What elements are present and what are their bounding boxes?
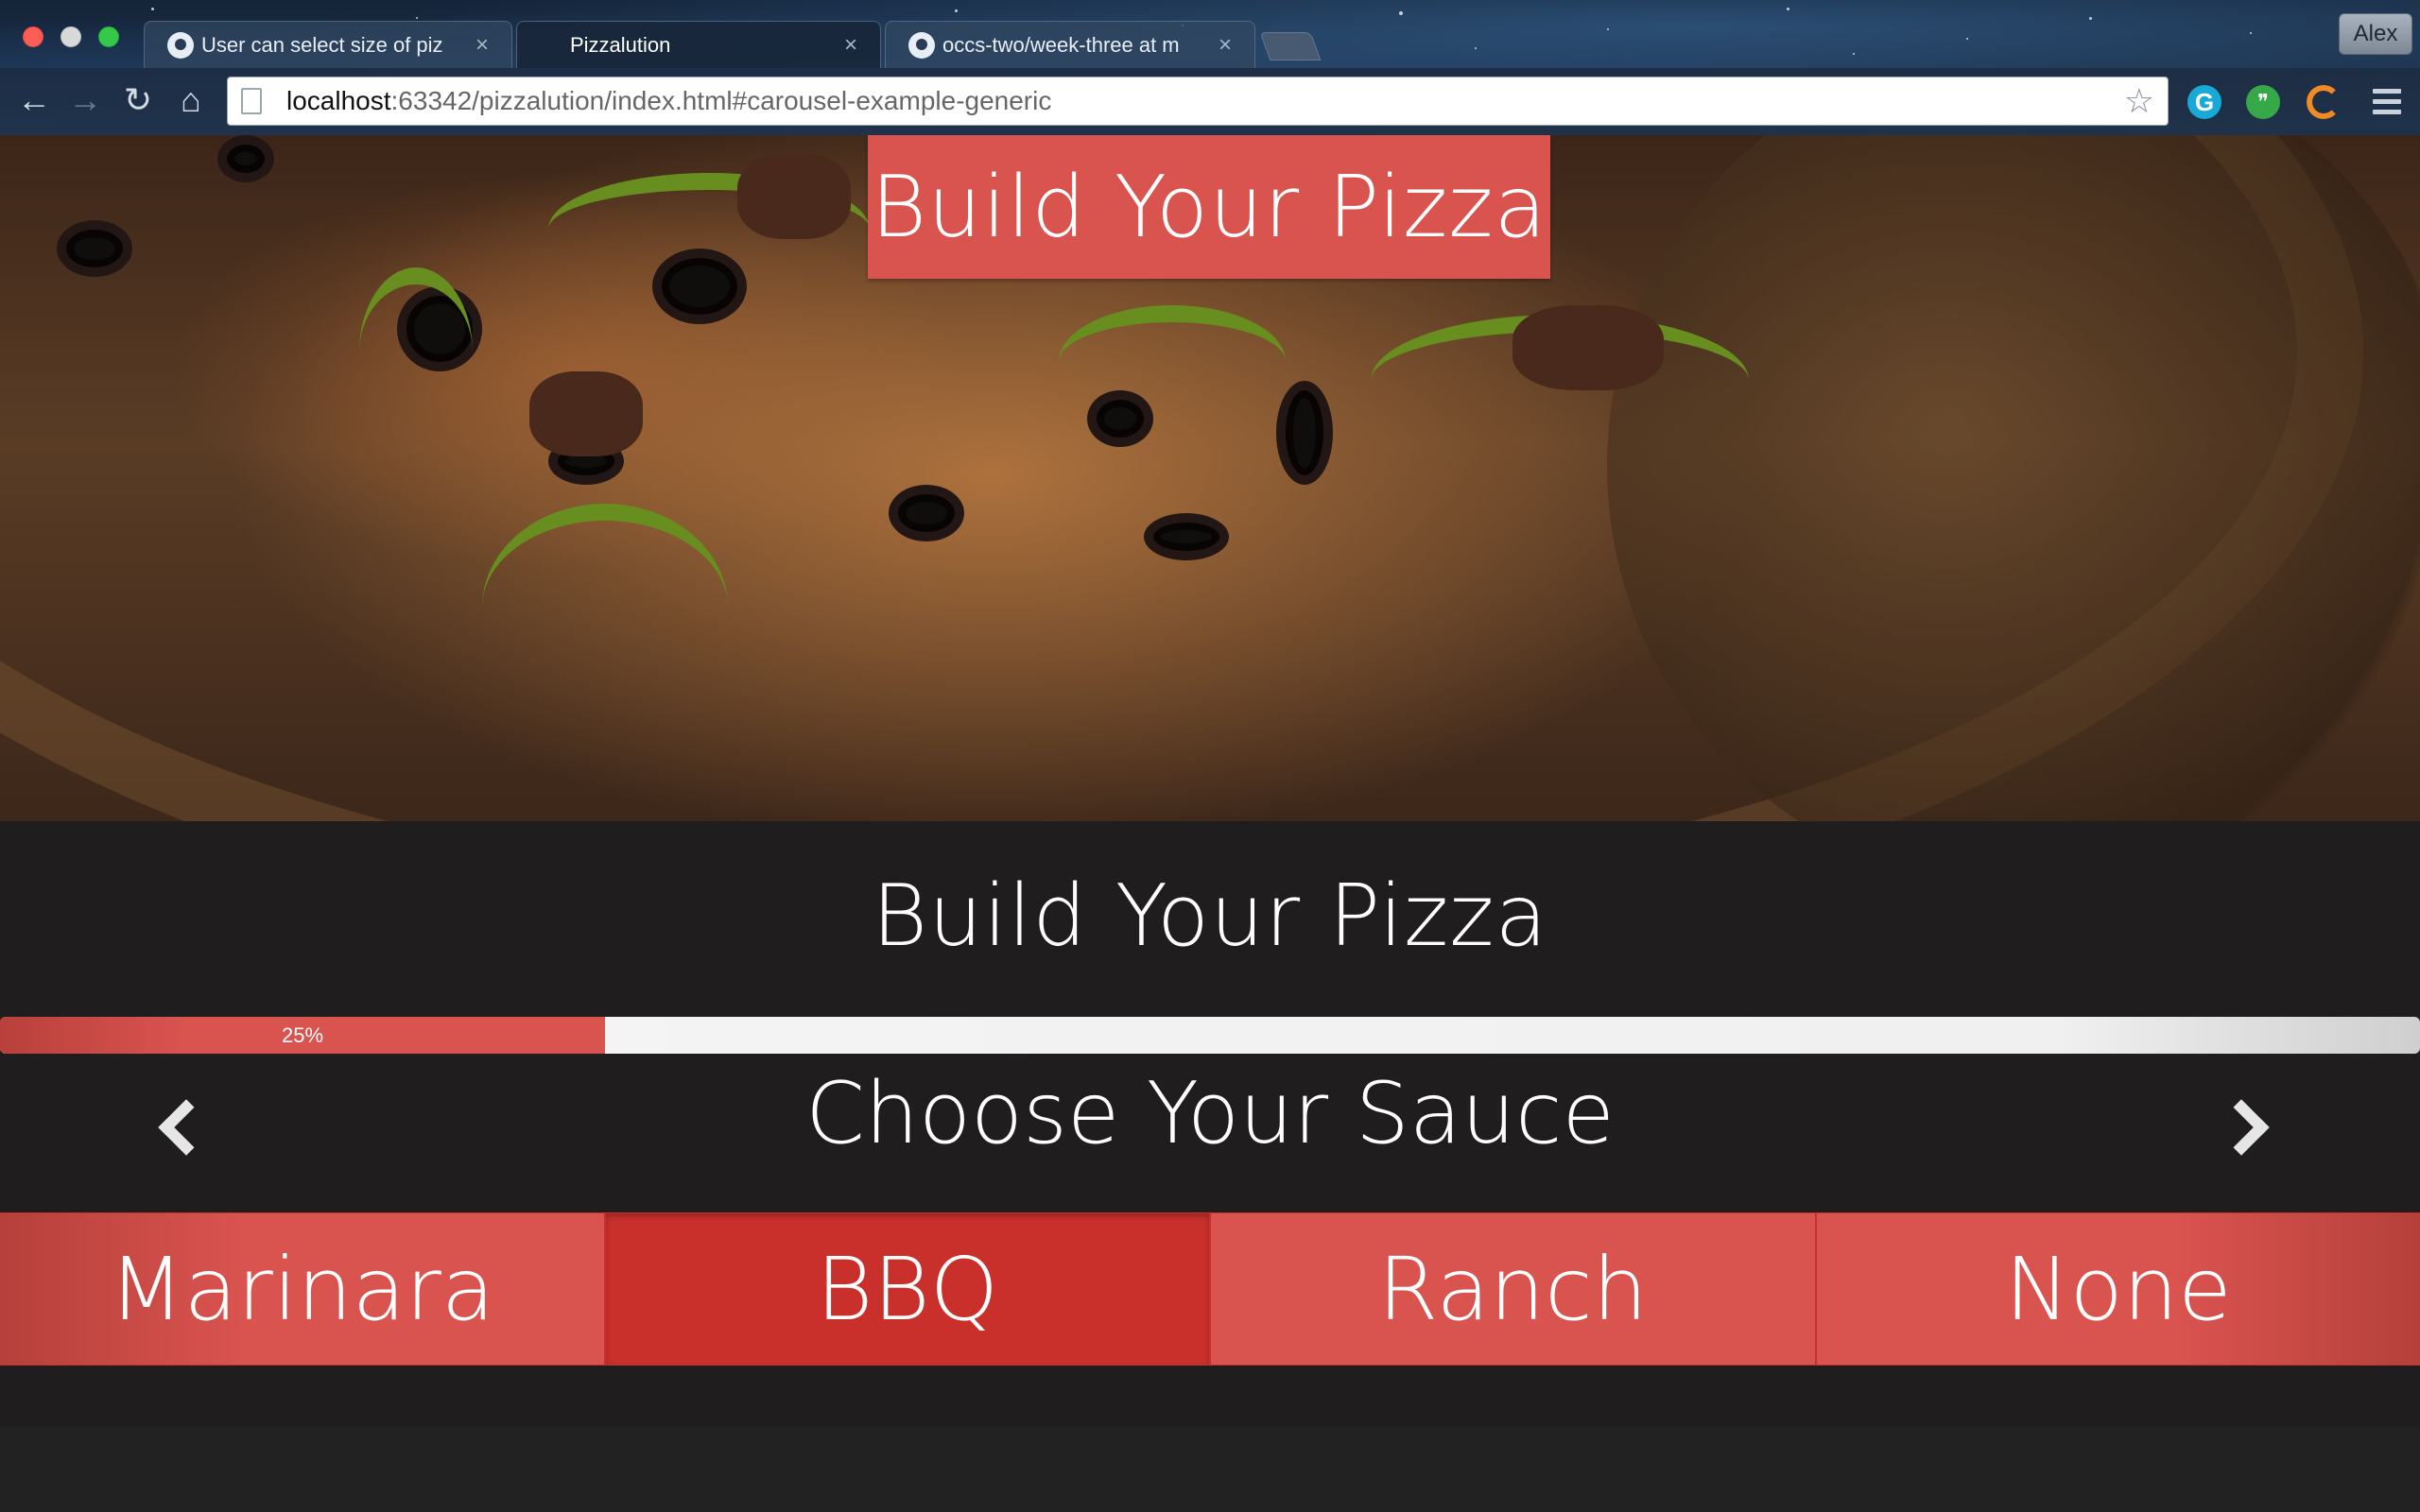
section-title: Build Your Pizza bbox=[872, 867, 1548, 966]
carousel-next-chevron-icon[interactable] bbox=[2221, 1096, 2259, 1153]
sauce-option-marinara[interactable]: Marinara bbox=[0, 1212, 606, 1366]
progress-bar: 25% bbox=[0, 1017, 2420, 1054]
reload-icon[interactable]: ↻ bbox=[119, 81, 157, 119]
close-tab-icon[interactable]: × bbox=[838, 32, 863, 59]
back-arrow-icon[interactable]: ← bbox=[15, 81, 53, 119]
profile-button[interactable]: Alex bbox=[2339, 13, 2412, 55]
browser-chrome: User can select size of piz × Pizzalutio… bbox=[0, 0, 2420, 135]
github-icon bbox=[167, 31, 194, 59]
grammarly-extension-icon[interactable]: G bbox=[2187, 85, 2221, 119]
new-tab-button[interactable] bbox=[1259, 32, 1322, 60]
tab-title: occs-two/week-three at m bbox=[942, 32, 1180, 57]
home-icon[interactable]: ⌂ bbox=[172, 81, 210, 119]
browser-toolbar: ← → ↻ ⌂ localhost:63342/pizzalution/inde… bbox=[0, 68, 2420, 135]
close-window-button[interactable] bbox=[23, 26, 43, 47]
github-icon bbox=[908, 31, 935, 59]
sauce-option-ranch[interactable]: Ranch bbox=[1211, 1212, 1817, 1366]
tab-title: Pizzalution bbox=[570, 32, 671, 57]
footer-band bbox=[0, 1426, 2420, 1512]
forward-arrow-icon[interactable]: → bbox=[66, 81, 104, 119]
page-icon bbox=[241, 88, 262, 114]
minimize-window-button[interactable] bbox=[60, 26, 81, 47]
url-path: :63342/pizzalution/index.html#carousel-e… bbox=[390, 86, 1052, 115]
close-tab-icon[interactable]: × bbox=[1213, 32, 1237, 59]
hero-banner-title: Build Your Pizza bbox=[868, 135, 1550, 279]
browser-menu-icon[interactable] bbox=[2373, 89, 2401, 120]
tab-pizzalution[interactable]: Pizzalution × bbox=[516, 21, 881, 68]
sauce-options: Marinara BBQ Ranch None bbox=[0, 1212, 2420, 1366]
maximize-window-button[interactable] bbox=[98, 26, 119, 47]
sauce-option-bbq[interactable]: BBQ bbox=[605, 1212, 1211, 1366]
address-bar[interactable]: localhost:63342/pizzalution/index.html#c… bbox=[227, 77, 2169, 126]
progress-bar-fill: 25% bbox=[0, 1017, 605, 1054]
tab-title: User can select size of piz bbox=[201, 32, 443, 57]
orange-extension-icon[interactable] bbox=[2307, 85, 2341, 119]
hangouts-extension-icon[interactable]: ❞ bbox=[2246, 85, 2280, 119]
sauce-option-none[interactable]: None bbox=[1816, 1212, 2420, 1366]
step-title: Choose Your Sauce bbox=[805, 1064, 1615, 1163]
close-tab-icon[interactable]: × bbox=[470, 32, 494, 59]
tab-github-issue[interactable]: User can select size of piz × bbox=[144, 21, 512, 68]
url-host: localhost bbox=[286, 86, 391, 115]
bookmark-star-icon[interactable]: ☆ bbox=[2124, 81, 2154, 121]
carousel-prev-chevron-icon[interactable] bbox=[157, 1096, 195, 1153]
tab-github-repo[interactable]: occs-two/week-three at m × bbox=[885, 21, 1255, 68]
